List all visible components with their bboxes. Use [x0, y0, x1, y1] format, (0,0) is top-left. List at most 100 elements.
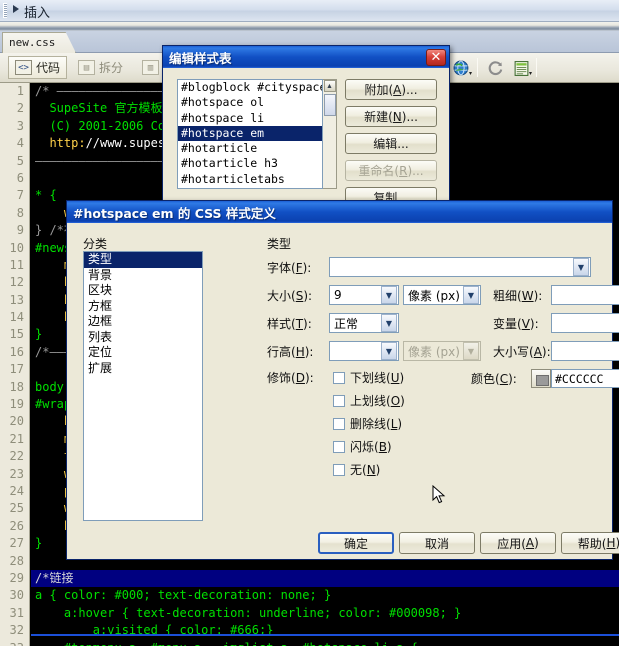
apply-button[interactable]: 应用(A) — [480, 532, 556, 554]
code-line[interactable]: /*链接 — [31, 569, 619, 588]
color-label: 颜色(C): — [471, 372, 517, 386]
stylesheet-list-item[interactable]: #hotarticletabs — [178, 172, 322, 187]
chevron-down-icon: ▼ — [463, 342, 479, 360]
decoration-checkbox-b[interactable]: 闪烁(B) — [333, 438, 392, 455]
category-label: 分类 — [83, 237, 108, 251]
panel-title-label: 类型 — [267, 237, 292, 251]
expand-arrow-icon[interactable] — [13, 5, 19, 13]
split-view-button[interactable]: ▤ 拆分 — [72, 56, 129, 79]
font-size-unit-value: 像素 (px) — [408, 288, 460, 303]
line-height-unit-combobox: 像素 (px) ▼ — [403, 341, 481, 361]
css-definition-titlebar[interactable]: #hotspace em 的 CSS 样式定义 — [67, 201, 612, 223]
help-button[interactable]: 帮助(H) — [561, 532, 619, 554]
decoration-checkbox-l[interactable]: 删除线(L) — [333, 415, 402, 432]
checkbox-icon[interactable] — [333, 463, 345, 476]
code-view-icon: <> — [15, 60, 32, 75]
font-size-combobox[interactable]: 9 ▼ — [329, 285, 399, 305]
stylesheet-list-scrollbar[interactable]: ▲ — [323, 79, 337, 189]
code-view-button[interactable]: <> 代码 — [8, 56, 68, 79]
css-definition-title: #hotspace em 的 CSS 样式定义 — [73, 205, 276, 221]
stylesheet-list-item[interactable]: #hotarticle — [178, 141, 322, 156]
stylesheet-attach-button[interactable]: 附加(A)... — [345, 79, 437, 100]
globe-icon[interactable]: ▾ — [450, 58, 472, 78]
split-view-label: 拆分 — [99, 61, 124, 75]
code-line[interactable]: #topmenu a, #menu a, .imglist a, #hotspa… — [31, 640, 619, 646]
line-number: 10 — [9, 240, 24, 255]
code-line[interactable]: a:visited { color: #666;} — [31, 622, 619, 639]
refresh-icon[interactable] — [484, 58, 506, 78]
checkbox-icon[interactable] — [333, 417, 345, 430]
color-picker-button[interactable] — [531, 369, 551, 388]
scroll-up-icon[interactable]: ▲ — [323, 80, 336, 92]
stylesheet-list-item[interactable]: #hotspace ol — [178, 95, 322, 110]
chevron-down-icon[interactable]: ▼ — [573, 258, 589, 276]
line-number: 13 — [9, 292, 24, 307]
line-height-unit-value: 像素 (px) — [408, 344, 460, 359]
decoration-label-text: 下划线(U) — [350, 371, 405, 385]
stylesheet-new-button[interactable]: 新建(N)... — [345, 106, 437, 127]
edit-stylesheet-titlebar[interactable]: 编辑样式表 ✕ — [163, 46, 449, 68]
cancel-button[interactable]: 取消 — [399, 532, 475, 554]
category-item-区块[interactable]: 区块 — [84, 283, 202, 299]
design-view-icon: ▥ — [142, 60, 159, 75]
code-line[interactable]: a:hover { text-decoration: underline; co… — [31, 605, 619, 622]
checkbox-icon[interactable] — [333, 394, 345, 407]
category-list[interactable]: 类型 背景 区块 方框 边框 列表 定位 扩展 — [83, 251, 203, 521]
line-number-gutter: 1 2 3 4 5 6 7 8 9 10 11 12 13 14 15 16 17 18 19 20 21 22 23 24 2… — [0, 83, 30, 646]
stylesheet-list-item[interactable]: #hotspace em — [178, 125, 322, 142]
close-icon[interactable]: ✕ — [426, 48, 446, 66]
stylesheet-list-item[interactable]: #hotarticletabs span — [178, 187, 322, 188]
font-variant-combobox[interactable]: ▼ — [551, 313, 619, 333]
code-line[interactable]: a { color: #000; text-decoration: none; … — [31, 587, 619, 604]
font-weight-combobox[interactable]: ▼ — [551, 285, 619, 305]
scrollbar-thumb[interactable] — [323, 94, 336, 116]
line-number: 22 — [9, 449, 24, 464]
line-number: 11 — [9, 257, 24, 272]
chevron-down-icon[interactable]: ▾ — [529, 70, 532, 77]
chevron-down-icon[interactable]: ▼ — [381, 342, 397, 360]
checkbox-icon[interactable] — [333, 371, 345, 384]
stylesheet-list-item[interactable]: #hotspace li — [178, 111, 322, 126]
insert-panel-bar[interactable]: 插入 — [0, 0, 619, 22]
variant-label: 变量(V): — [493, 316, 539, 331]
text-transform-combobox[interactable]: ▼ — [551, 341, 619, 361]
chevron-down-icon[interactable]: ▼ — [381, 314, 397, 332]
line-height-combobox[interactable]: ▼ — [329, 341, 399, 361]
stylesheet-list-item[interactable]: #hotarticle h3 — [178, 156, 322, 171]
category-item-方框[interactable]: 方框 — [84, 299, 202, 315]
stylesheet-list-item[interactable]: #blogblock #cityspace — [178, 80, 322, 95]
chevron-down-icon[interactable]: ▾ — [469, 70, 472, 77]
panel-divider — [0, 22, 619, 31]
font-size-unit-combobox[interactable]: 像素 (px) ▼ — [403, 285, 481, 305]
font-style-combobox[interactable]: 正常 ▼ — [329, 313, 399, 333]
decoration-checkbox-o[interactable]: 上划线(O) — [333, 392, 405, 409]
panel-drag-grip[interactable] — [3, 3, 7, 18]
line-number: 12 — [9, 275, 24, 290]
category-item-扩展[interactable]: 扩展 — [84, 361, 202, 377]
line-number: 28 — [9, 553, 24, 568]
decoration-checkbox-u[interactable]: 下划线(U) — [333, 369, 404, 386]
category-item-列表[interactable]: 列表 — [84, 330, 202, 346]
color-value-input[interactable]: #CCCCCC — [551, 369, 619, 388]
category-item-背景[interactable]: 背景 — [84, 268, 202, 284]
chevron-down-icon[interactable]: ▼ — [463, 286, 479, 304]
category-item-类型[interactable]: 类型 — [84, 252, 202, 268]
list-view-icon[interactable]: ▾ — [510, 58, 532, 78]
line-number: 17 — [9, 362, 24, 377]
case-label: 大小写(A): — [493, 344, 551, 359]
type-properties-panel: 字体(F): ▼ 大小(S): 9 ▼ 像素 (px) ▼ 粗细(W): 样式(… — [267, 251, 619, 521]
stylesheet-edit-button[interactable]: 编辑... — [345, 133, 437, 154]
line-number: 3 — [16, 118, 24, 133]
chevron-down-icon[interactable]: ▼ — [381, 286, 397, 304]
line-number: 7 — [16, 188, 24, 203]
font-family-combobox[interactable]: ▼ — [329, 257, 591, 277]
style-label: 样式(T): — [267, 316, 312, 331]
ok-button[interactable]: 确定 — [318, 532, 394, 554]
stylesheet-list[interactable]: #blogblock #cityspace #hotspace ol #hotspa… — [177, 79, 323, 189]
category-item-边框[interactable]: 边框 — [84, 314, 202, 330]
category-item-定位[interactable]: 定位 — [84, 345, 202, 361]
checkbox-icon[interactable] — [333, 440, 345, 453]
line-number: 26 — [9, 518, 24, 533]
document-tab-new-css[interactable]: new.css — [2, 32, 76, 53]
decoration-checkbox-n[interactable]: 无(N) — [333, 461, 380, 478]
